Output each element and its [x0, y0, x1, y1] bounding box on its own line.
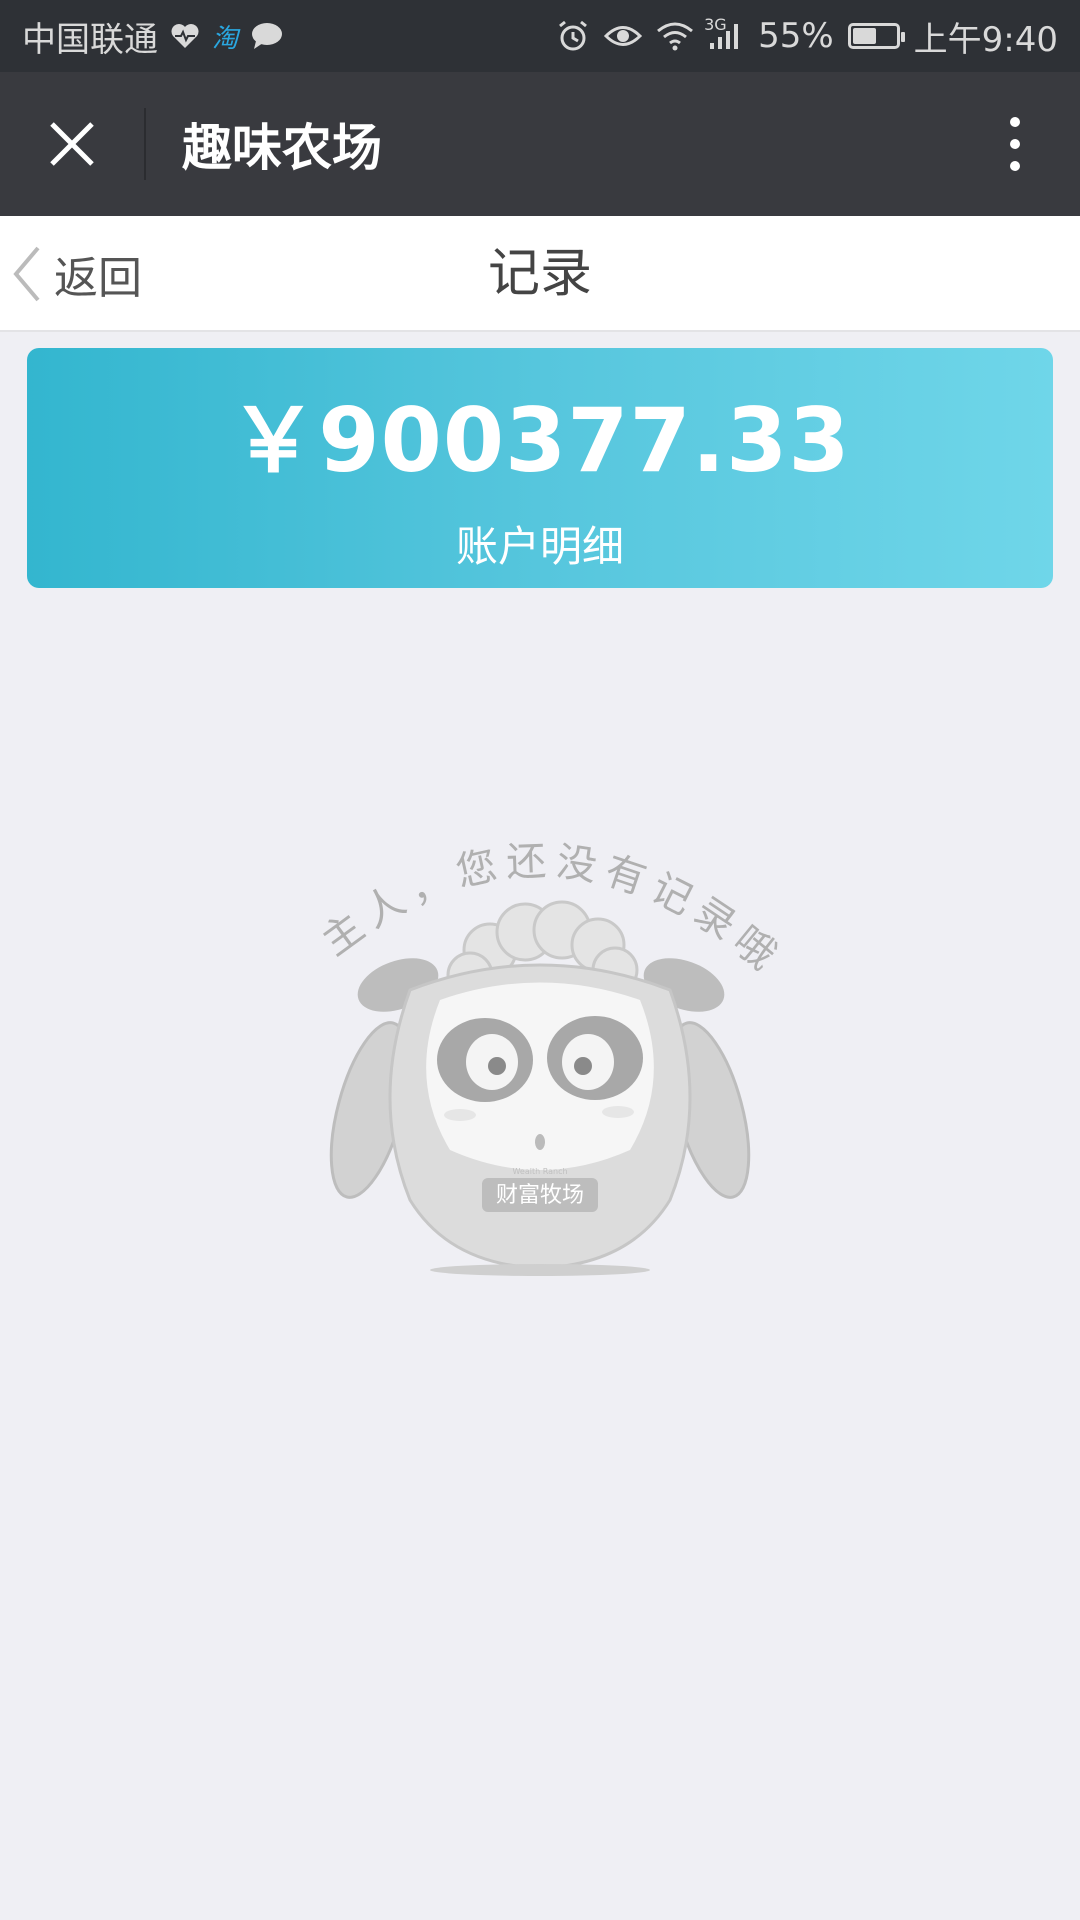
battery-icon	[847, 23, 905, 49]
alarm-icon	[556, 19, 590, 53]
taobao-icon: 淘	[212, 23, 239, 54]
balance-amount: ￥900377.33	[229, 389, 851, 492]
clock-time: 上午9:40	[913, 19, 1058, 60]
eye-comfort-icon	[604, 23, 643, 49]
more-dots-icon	[1010, 117, 1020, 127]
status-bar: 中国联通 淘 3G 55% 上午9:40	[0, 0, 1080, 72]
more-options-button[interactable]	[950, 72, 1080, 216]
health-heart-icon	[170, 22, 200, 50]
chat-bubble-icon	[250, 21, 284, 51]
sheep-mascot-icon: 财富牧场 Wealth Ranch	[329, 900, 751, 1276]
balance-card: ￥900377.33 账户明细	[27, 348, 1053, 588]
wifi-icon	[656, 21, 694, 51]
more-dot	[1010, 139, 1020, 149]
account-details-link[interactable]: 账户明细	[27, 513, 1053, 574]
carrier-name: 中国联通	[22, 19, 158, 60]
status-right: 3G 55% 上午9:40	[556, 12, 1058, 61]
page-navbar: 返回 记录	[0, 216, 1080, 332]
battery-percent: 55%	[758, 16, 834, 56]
close-button[interactable]	[0, 72, 144, 216]
app-header: 趣味农场	[0, 72, 1080, 216]
network-type-label: 3G	[704, 15, 727, 34]
more-dot	[1010, 161, 1020, 171]
mascot-badge-subtext: Wealth Ranch	[512, 1167, 567, 1176]
status-left: 中国联通 淘	[22, 12, 284, 61]
signal-icon: 3G	[704, 15, 744, 51]
header-divider	[144, 108, 146, 180]
page-title: 记录	[487, 244, 592, 304]
app-title: 趣味农场	[182, 119, 382, 177]
close-icon	[50, 122, 94, 166]
mascot-badge-text: 财富牧场	[496, 1183, 584, 1208]
empty-state: 主人，您还没有记录哦	[300, 800, 780, 1280]
